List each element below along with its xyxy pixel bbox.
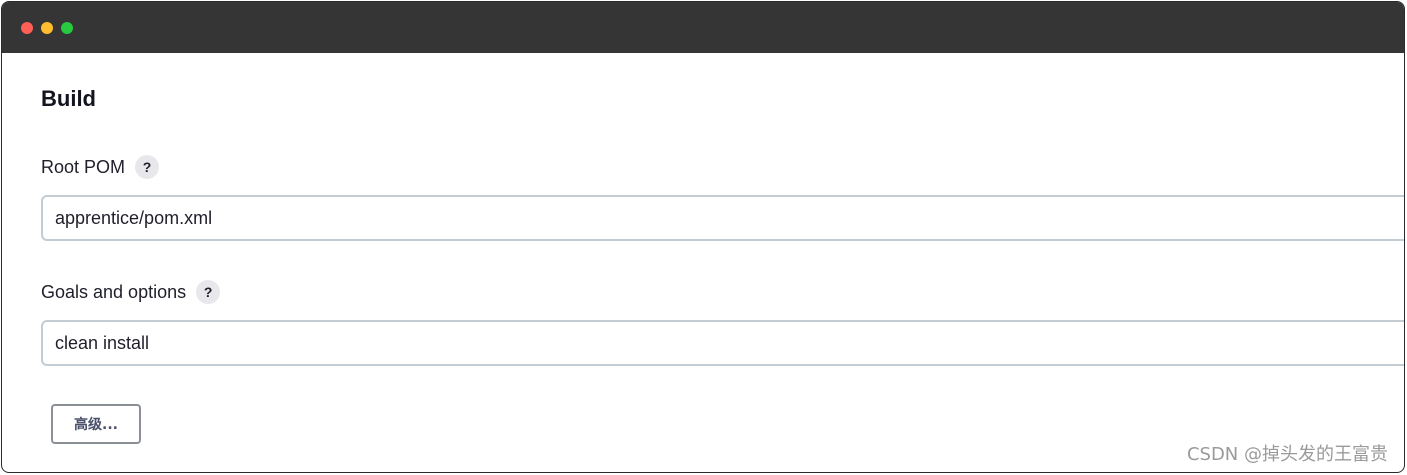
app-window: Build Root POM ? Goals and options ? 高级.… (1, 1, 1405, 473)
close-window-icon[interactable] (21, 22, 33, 34)
maximize-window-icon[interactable] (61, 22, 73, 34)
title-bar (2, 2, 1404, 53)
watermark: CSDN @掉头发的王富贵 (1186, 444, 1388, 465)
minimize-window-icon[interactable] (41, 22, 53, 34)
goals-input[interactable] (41, 320, 1404, 366)
root-pom-help-icon[interactable]: ? (135, 155, 160, 179)
root-pom-label-row: Root POM ? (41, 155, 160, 179)
build-section: Build Root POM ? Goals and options ? 高级.… (2, 53, 1404, 472)
goals-label: Goals and options (41, 281, 187, 302)
goals-help-icon[interactable]: ? (196, 280, 221, 304)
root-pom-input[interactable] (41, 195, 1404, 241)
goals-label-row: Goals and options ? (41, 280, 221, 304)
root-pom-label: Root POM (41, 156, 126, 177)
section-title: Build (41, 86, 96, 111)
advanced-button[interactable]: 高级... (51, 404, 141, 444)
